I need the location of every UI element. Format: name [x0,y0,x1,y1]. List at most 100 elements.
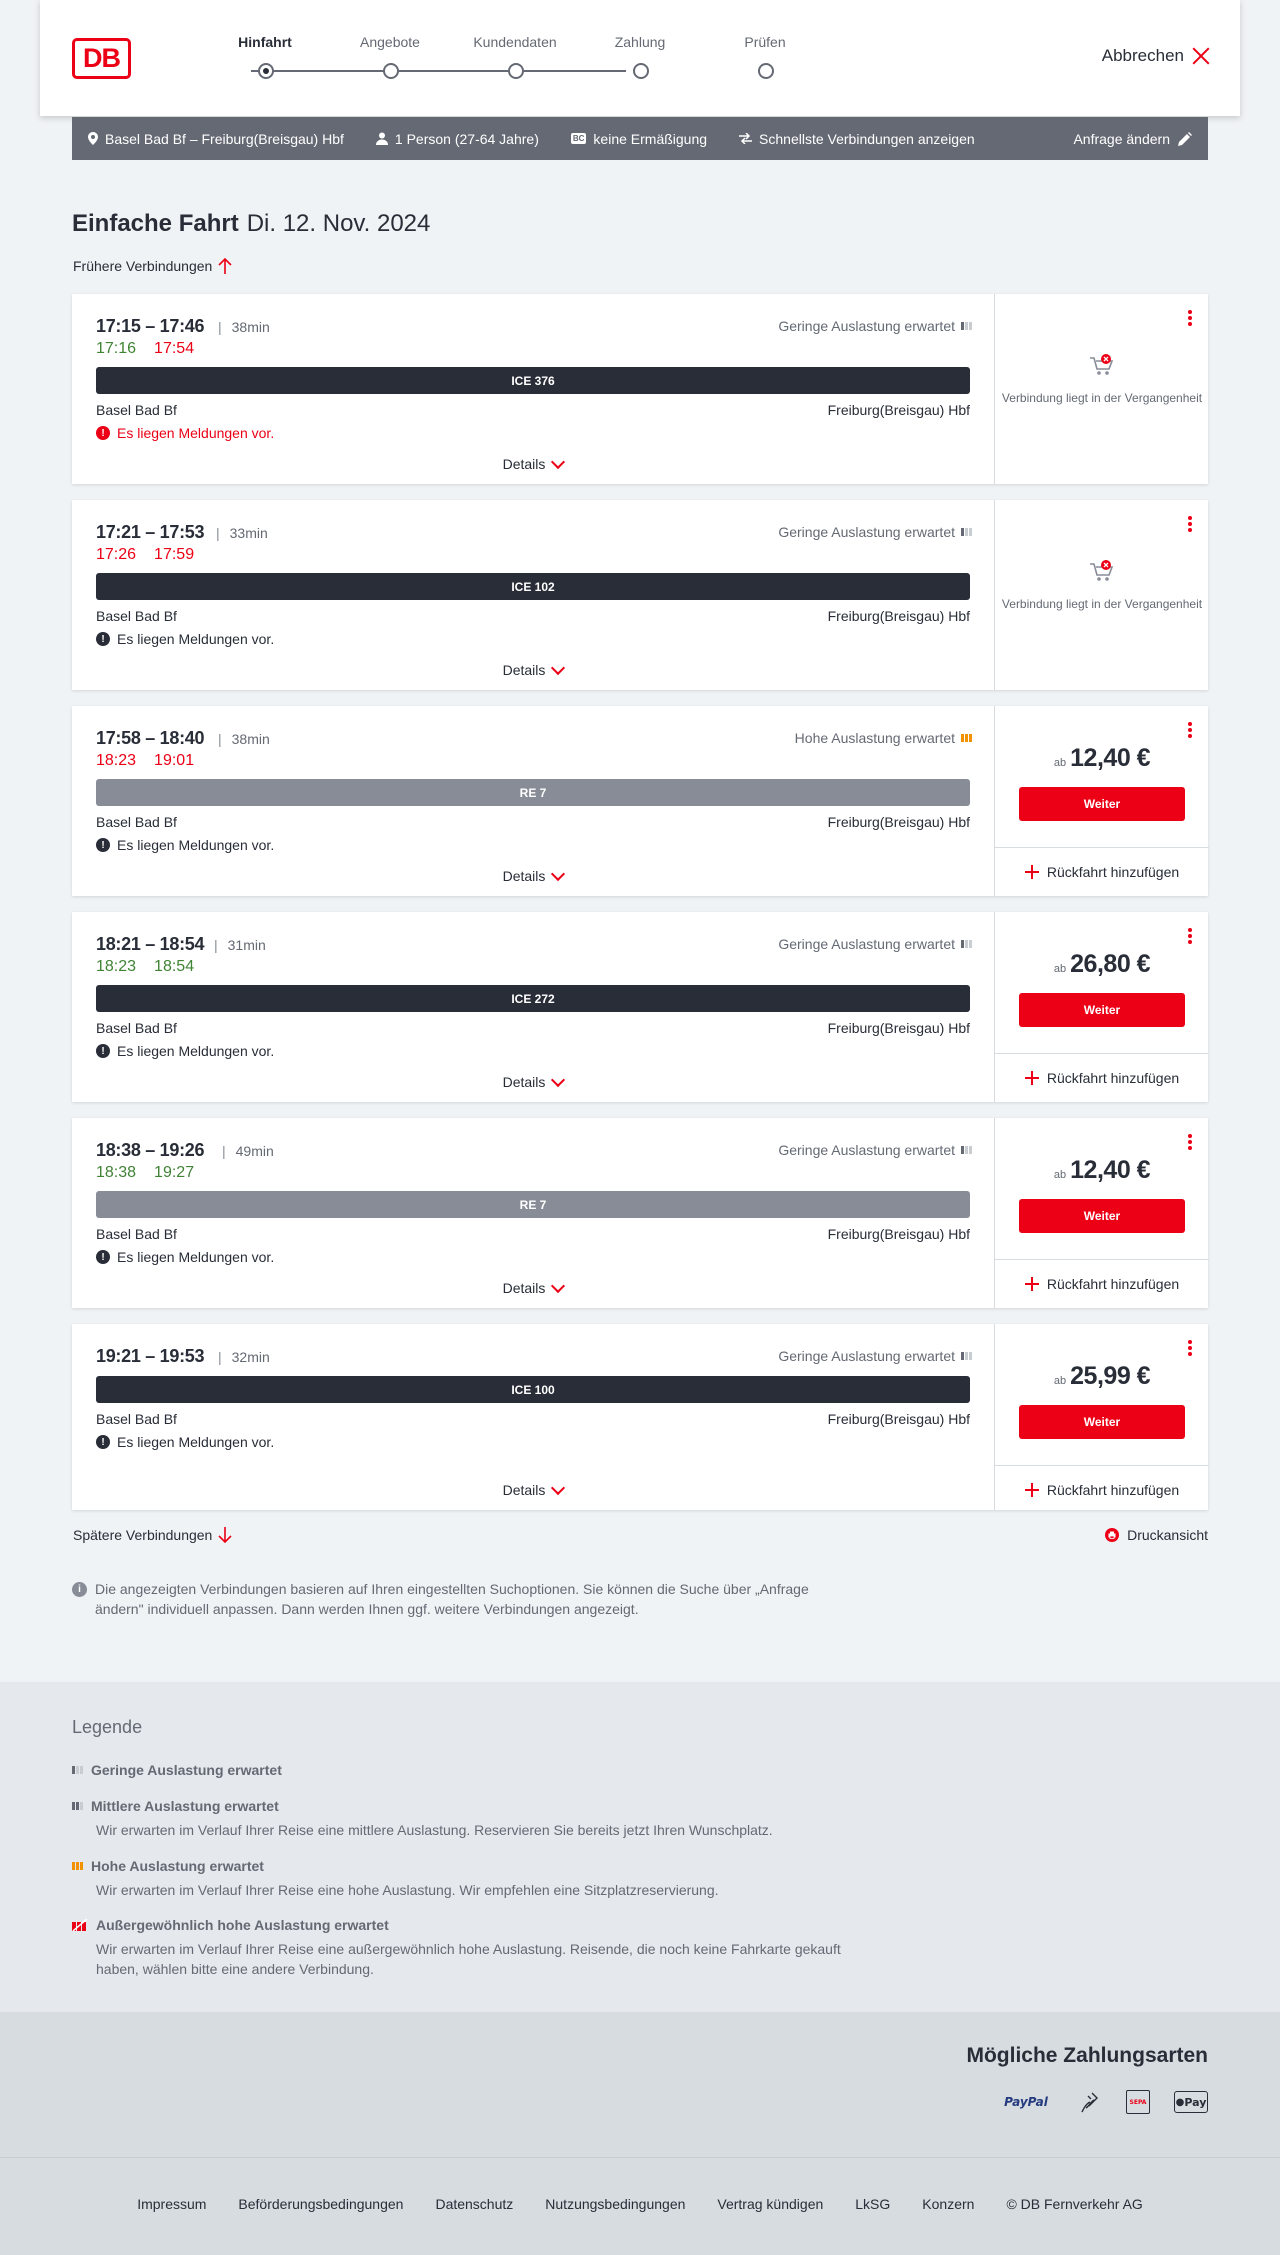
continue-button[interactable]: Weiter [1019,993,1185,1027]
arrival-station: Freiburg(Breisgau) Hbf [827,1411,970,1427]
plus-icon [1024,865,1039,879]
step-hinfahrt[interactable]: Hinfahrt [210,34,320,79]
footer-link[interactable]: Vertrag kündigen [717,2196,823,2212]
duration: 49min [222,1143,274,1159]
connection-details: 17:58 – 18:40 38min 18:23 19:01 Hohe Auslast… [72,706,994,896]
more-options-icon[interactable] [1188,1134,1192,1150]
step-zahlung: Zahlung [585,34,695,79]
train-bar[interactable]: ICE 100 [96,1376,970,1403]
footer-link[interactable]: Datenschutz [435,2196,513,2212]
earlier-connections-link[interactable]: Frühere Verbindungen [73,258,232,274]
load-low-icon [961,322,972,330]
connection-card[interactable]: 17:58 – 18:40 38min 18:23 19:01 Hohe Auslast… [72,706,1209,896]
realtime-departure: 17:16 [96,340,137,357]
page-title: Einfache Fahrt Di. 12. Nov. 2024 [72,210,430,238]
progress-line [251,70,626,72]
realtime-departure: 18:23 [96,958,137,975]
step-label: Angebote [360,34,420,50]
footer-link[interactable]: Beförderungsbedingungen [238,2196,403,2212]
connection-card[interactable]: 19:21 – 19:53 32min Geringe Auslastung erw… [72,1324,1209,1510]
more-options-icon[interactable] [1188,928,1192,944]
add-return-button[interactable]: Rückfahrt hinzufügen [995,1053,1209,1102]
footer-link[interactable]: Nutzungsbedingungen [545,2196,685,2212]
notice-text: Es liegen Meldungen vor. [117,1043,275,1059]
load-medium-icon [72,1802,83,1810]
earlier-label: Frühere Verbindungen [73,258,213,274]
pencil-icon [1178,131,1192,146]
realtime-arrival: 18:54 [154,958,195,975]
trip-type: Einfache Fahrt [72,210,239,237]
warning-icon: ! [96,1044,110,1058]
footer-link[interactable]: © DB Fernverkehr AG [1006,2196,1142,2212]
train-bar[interactable]: ICE 102 [96,573,970,600]
fastest-toggle[interactable]: Schnellste Verbindungen anzeigen [739,131,975,147]
connection-card[interactable]: 17:21 – 17:53 33min 17:26 17:59 Geringe Ausl… [72,500,1208,690]
db-logo[interactable]: DB [72,38,131,79]
more-options-icon[interactable] [1188,722,1192,738]
past-connection-note: Verbindung liegt in der Vergangenheit [995,558,1209,612]
occupancy-text: Geringe Auslastung erwartet [778,1142,955,1158]
more-options-icon[interactable] [1188,516,1192,532]
realtime-times: 18:23 19:01 [96,752,212,770]
train-bar[interactable]: RE 7 [96,779,970,806]
train-bar[interactable]: ICE 272 [96,985,970,1012]
details-toggle[interactable]: Details [72,660,994,678]
details-toggle[interactable]: Details [72,454,994,472]
trip-date: Di. 12. Nov. 2024 [246,210,431,237]
scheduled-times: 17:15 – 17:46 [96,316,205,336]
applepay-icon: ● Pay [1174,2091,1208,2113]
notice-message[interactable]: ! Es liegen Meldungen vor. [96,1249,274,1265]
sepa-label: SEPA [1129,2098,1147,2106]
duration: 38min [218,319,270,335]
later-connections-link[interactable]: Spätere Verbindungen [73,1527,232,1543]
step-kundendaten: Kundendaten [460,34,570,79]
connection-card[interactable]: 17:15 – 17:46 38min 17:16 17:54 Geringe Ausl… [72,294,1208,484]
change-request-button[interactable]: Anfrage ändern [1073,131,1192,147]
train-bar[interactable]: ICE 376 [96,367,970,394]
scheduled-times: 19:21 – 19:53 [96,1346,205,1366]
more-options-icon[interactable] [1188,1340,1192,1356]
occupancy-indicator: Geringe Auslastung erwartet [778,524,972,540]
train-bar[interactable]: RE 7 [96,1191,970,1218]
notice-message[interactable]: ! Es liegen Meldungen vor. [96,1043,274,1059]
duration: 31min [214,937,266,953]
continue-button[interactable]: Weiter [1019,1405,1185,1439]
print-view-link[interactable]: Druckansicht [1105,1527,1208,1543]
step-dot [383,63,399,79]
load-extreme-icon [72,1919,88,1931]
step-dot [258,63,274,79]
plus-icon [1024,1071,1039,1085]
discount-text: keine Ermäßigung [593,130,708,147]
add-return-button[interactable]: Rückfahrt hinzufügen [995,847,1209,896]
cancel-label: Abbrechen [1101,46,1184,65]
legend-item-medium: Mittlere Auslastung erwartet Wir erwarte… [72,1798,856,1840]
realtime-arrival: 19:01 [154,752,195,769]
notice-message[interactable]: ! Es liegen Meldungen vor. [96,425,274,441]
continue-button[interactable]: Weiter [1019,1199,1185,1233]
continue-button[interactable]: Weiter [1019,787,1185,821]
info-icon: i [72,1582,87,1597]
footer-link[interactable]: LkSG [855,2196,890,2212]
notice-message[interactable]: ! Es liegen Meldungen vor. [96,1434,274,1450]
add-return-button[interactable]: Rückfahrt hinzufügen [995,1259,1209,1308]
load-low-icon [961,528,972,536]
details-toggle[interactable]: Details [72,1480,994,1498]
footer-link[interactable]: Impressum [137,2196,206,2212]
add-return-button[interactable]: Rückfahrt hinzufügen [995,1465,1209,1514]
connection-card[interactable]: 18:38 – 19:26 49min 18:38 19:27 Geringe Ausl… [72,1118,1209,1308]
price-prefix: ab [1053,757,1067,769]
details-toggle[interactable]: Details [72,1072,994,1090]
realtime-departure: 17:26 [96,546,137,563]
past-connection-note: Verbindung liegt in der Vergangenheit [995,352,1209,406]
add-return-label: Rückfahrt hinzufügen [1046,864,1180,880]
details-toggle[interactable]: Details [72,1278,994,1296]
notice-message[interactable]: ! Es liegen Meldungen vor. [96,631,274,647]
notice-message[interactable]: ! Es liegen Meldungen vor. [96,837,274,853]
footer-link[interactable]: Konzern [922,2196,974,2212]
occupancy-text: Hohe Auslastung erwartet [794,730,955,746]
details-label: Details [502,1074,546,1090]
connection-card[interactable]: 18:21 – 18:54 31min 18:23 18:54 Geringe Ausl… [72,912,1209,1102]
more-options-icon[interactable] [1188,310,1192,326]
details-toggle[interactable]: Details [72,866,994,884]
cancel-button[interactable]: Abbrechen [1102,46,1210,66]
